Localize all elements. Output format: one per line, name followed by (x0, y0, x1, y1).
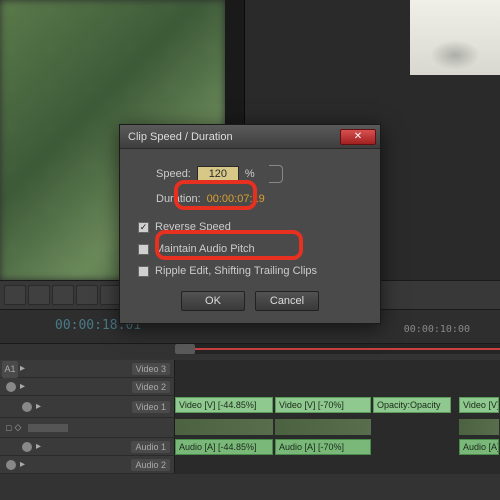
video-clip[interactable]: Video [V] [-44.85%] (175, 397, 273, 413)
speed-unit: % (245, 168, 255, 180)
pitch-checkbox[interactable] (138, 244, 149, 255)
lock-icon[interactable]: ▸ (36, 401, 41, 412)
lock-icon[interactable]: ▸ (20, 363, 25, 374)
track-video-3: ▸ Video 3 (0, 360, 500, 378)
track-header[interactable]: ▸ Audio 1 (0, 438, 175, 455)
track-audio-1: A1 ▸ Audio 1 Audio [A] [-44.85%] Audio [… (0, 438, 500, 456)
dialog-body: Speed: % Duration: 00:00:07:19 ✓ Reverse… (120, 149, 380, 323)
track-lane[interactable] (175, 418, 500, 437)
track-audio-2: ▸ Audio 2 (0, 456, 500, 474)
audio-clip[interactable]: Audio [A] [-44.85%] (175, 439, 273, 455)
track-target-badge[interactable]: A1 (2, 361, 18, 377)
ruler-marker: 00:00:10:00 (404, 324, 470, 335)
track-label: Video 3 (132, 363, 170, 375)
cancel-button[interactable]: Cancel (255, 291, 319, 311)
speed-row: Speed: % (156, 165, 362, 183)
tool-button[interactable] (28, 285, 50, 305)
track-lane[interactable] (175, 378, 500, 395)
track-video-1-thumb: □◇ (0, 418, 500, 438)
duration-label: Duration: (156, 193, 201, 205)
track-label: Video 2 (132, 381, 170, 393)
ripple-checkbox[interactable] (138, 266, 149, 277)
video-clip[interactable]: Video [V] [-70%] (275, 397, 371, 413)
close-icon: ✕ (354, 131, 362, 142)
track-video-1: V ▸ Video 1 Video [V] [-44.85%] Video [V… (0, 396, 500, 418)
track-video-2: ▸ Video 2 (0, 378, 500, 396)
speaker-icon[interactable] (22, 442, 32, 452)
tool-button[interactable] (52, 285, 74, 305)
audio-clip[interactable]: Audio [A] (459, 439, 499, 455)
speed-input[interactable] (197, 166, 239, 182)
pitch-row: Maintain Audio Pitch (138, 243, 362, 255)
lock-icon[interactable]: ▸ (20, 381, 25, 392)
audio-clip[interactable]: Audio [A] [-70%] (275, 439, 371, 455)
lock-icon[interactable]: ▸ (20, 459, 25, 470)
speed-label: Speed: (156, 168, 191, 180)
video-clip[interactable]: Opacity:Opacity (373, 397, 451, 413)
video-clip[interactable]: Video [V] (459, 397, 499, 413)
pitch-label: Maintain Audio Pitch (155, 243, 255, 255)
tracks-container: ▸ Video 3 ▸ Video 2 V ▸ Video 1 Video [V… (0, 360, 500, 474)
track-header[interactable]: ▸ Video 3 (0, 360, 175, 377)
link-icon[interactable] (269, 165, 283, 183)
track-lane[interactable]: Video [V] [-44.85%] Video [V] [-70%] Opa… (175, 396, 500, 417)
track-lane[interactable] (175, 360, 500, 377)
timeline-panel: 00:00:18:01 00:00:10:00 ▸ Video 3 ▸ Vide… (0, 310, 500, 500)
track-header-tools[interactable]: □◇ (0, 418, 175, 437)
lock-icon[interactable]: ▸ (36, 441, 41, 452)
clip-speed-dialog: Clip Speed / Duration ✕ Speed: % Duratio… (119, 124, 381, 324)
dialog-buttons: OK Cancel (138, 291, 362, 311)
tool-button[interactable] (4, 285, 26, 305)
ripple-label: Ripple Edit, Shifting Trailing Clips (155, 265, 317, 277)
duration-row: Duration: 00:00:07:19 (156, 193, 362, 205)
track-header[interactable]: ▸ Video 2 (0, 378, 175, 395)
track-lane[interactable]: Audio [A] [-44.85%] Audio [A] [-70%] Aud… (175, 438, 500, 455)
track-label: Audio 1 (131, 441, 170, 453)
speaker-icon[interactable] (6, 460, 16, 470)
track-label: Audio 2 (131, 459, 170, 471)
track-label: Video 1 (132, 401, 170, 413)
program-panel-bg2 (410, 75, 500, 280)
scrub-indicator (195, 348, 500, 350)
reverse-checkbox[interactable]: ✓ (138, 222, 149, 233)
track-lane[interactable] (175, 456, 500, 473)
eye-icon[interactable] (22, 402, 32, 412)
track-header[interactable]: ▸ Audio 2 (0, 456, 175, 473)
eye-icon[interactable] (6, 382, 16, 392)
reverse-row: ✓ Reverse Speed (138, 221, 362, 233)
program-monitor (410, 0, 500, 75)
track-header[interactable]: ▸ Video 1 (0, 396, 175, 417)
dialog-titlebar[interactable]: Clip Speed / Duration ✕ (120, 125, 380, 149)
dialog-title: Clip Speed / Duration (128, 131, 233, 143)
duration-value[interactable]: 00:00:07:19 (207, 193, 265, 205)
reverse-label: Reverse Speed (155, 221, 231, 233)
tool-button[interactable] (76, 285, 98, 305)
close-button[interactable]: ✕ (340, 129, 376, 145)
ripple-row: Ripple Edit, Shifting Trailing Clips (138, 265, 362, 277)
ok-button[interactable]: OK (181, 291, 245, 311)
